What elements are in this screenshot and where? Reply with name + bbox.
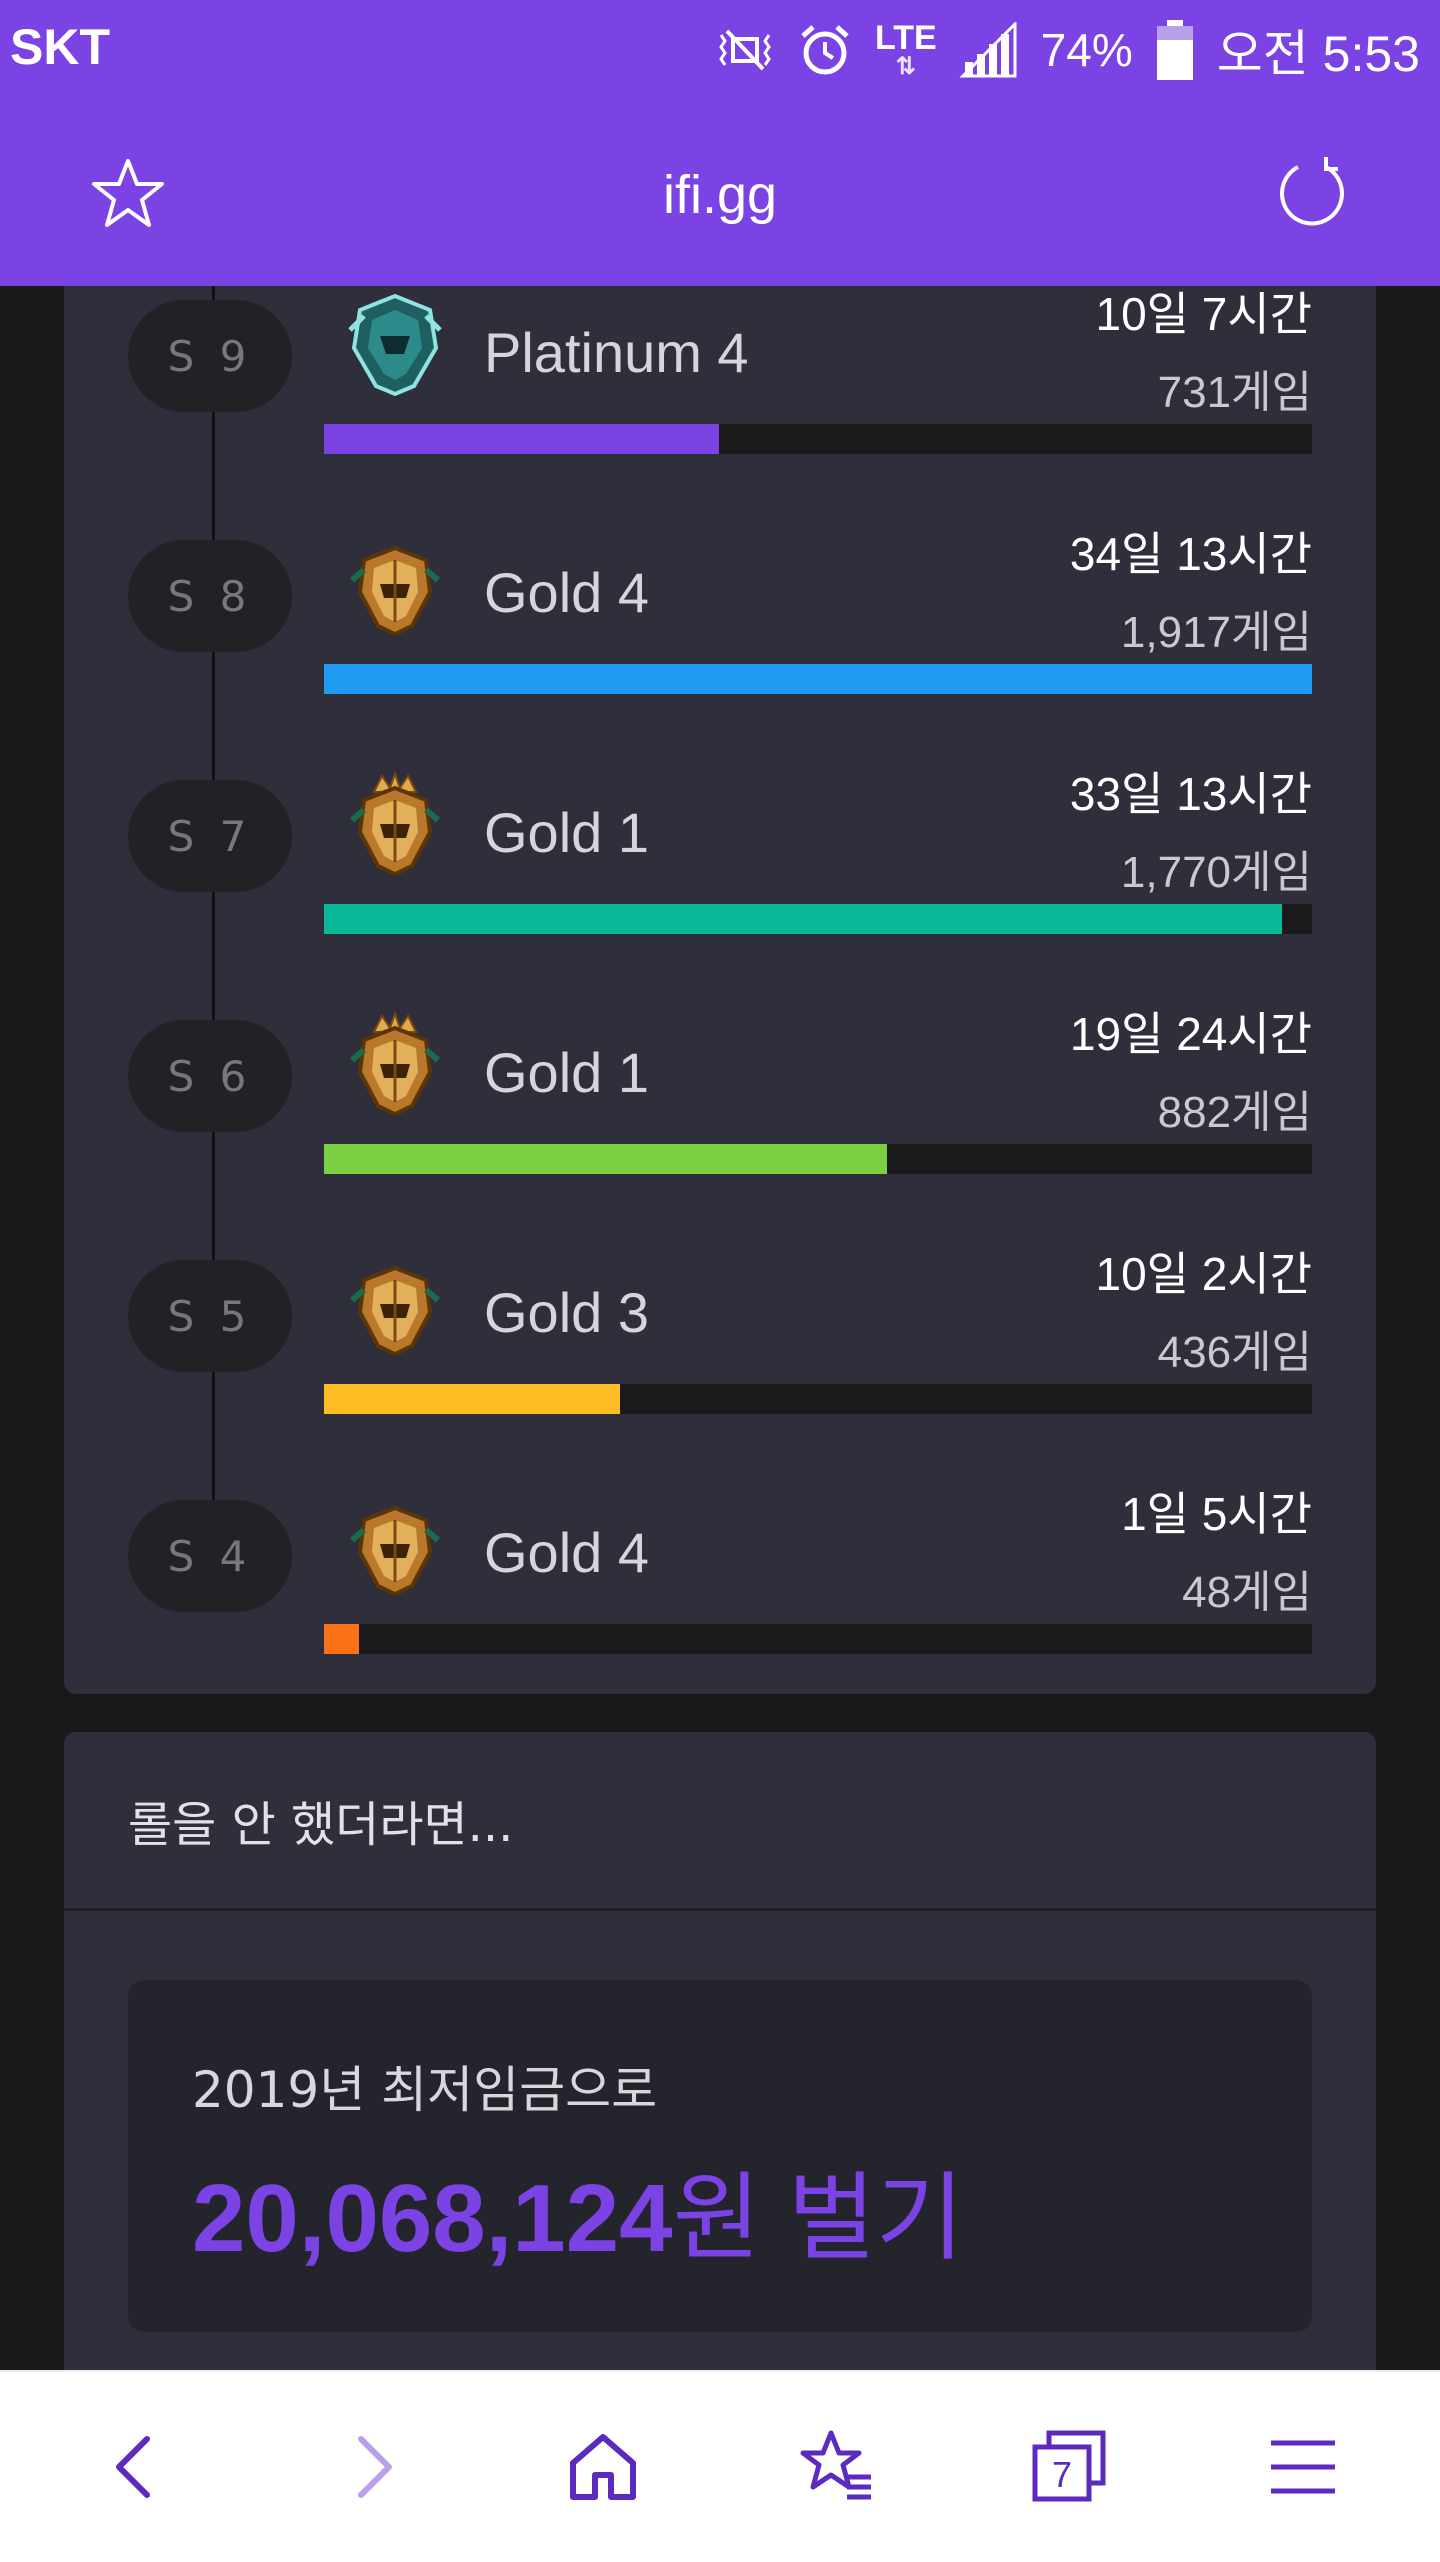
season-row: S 6 Gold 1 19일 24시간 882게임: [64, 966, 1376, 1206]
gold-emblem-icon: [350, 771, 440, 877]
games-bar-fill: [324, 904, 1283, 934]
tier-name: Gold 3: [484, 1281, 649, 1344]
forward-icon: [358, 2436, 392, 2498]
battery-icon: [1156, 20, 1193, 80]
tier-name: Gold 1: [484, 1041, 649, 1104]
tier-name: Gold 4: [484, 561, 649, 624]
games-bar-fill: [324, 664, 1312, 694]
playtime: 1일 5시간: [1121, 1488, 1312, 1540]
forward-button[interactable]: [316, 2412, 426, 2522]
mute-icon: [719, 29, 771, 71]
platinum-emblem-icon: [348, 293, 442, 397]
gold-emblem-icon: [350, 1011, 440, 1117]
games-bar-track: [324, 1384, 1312, 1414]
game-count: 882게임: [1157, 1088, 1312, 1137]
minimum-wage-box: 2019년 최저임금으로 20,068,124원 벌기: [128, 1980, 1312, 2332]
season-pill: S 4: [128, 1500, 292, 1612]
games-bar-fill: [324, 1144, 888, 1174]
games-bar-track: [324, 1144, 1312, 1174]
back-icon: [116, 2436, 150, 2498]
season-pill: S 6: [128, 1020, 292, 1132]
back-button[interactable]: [82, 2412, 192, 2522]
home-button[interactable]: [548, 2412, 658, 2522]
season-pill: S 9: [128, 300, 292, 412]
playtime: 19일 24시간: [1069, 1008, 1312, 1060]
menu-button[interactable]: [1248, 2412, 1358, 2522]
wage-amount-suffix: 원 벌기: [672, 2165, 965, 2272]
games-bar-track: [324, 904, 1312, 934]
season-row: S 4 Gold 4 1일 5시간 48게임: [64, 1446, 1376, 1686]
playtime: 34일 13시간: [1069, 528, 1312, 580]
tier-name: Platinum 4: [484, 321, 749, 384]
page-content[interactable]: S 9 Platinum 4 10일 7시간 731게임 S 8 Gold 4 34일 13…: [0, 286, 1440, 2370]
gold-emblem-icon: [350, 1265, 440, 1357]
season-pill: S 8: [128, 540, 292, 652]
playtime: 10일 2시간: [1095, 1248, 1313, 1300]
gold-emblem-icon: [350, 545, 440, 637]
season-row: S 5 Gold 3 10일 2시간 436게임: [64, 1206, 1376, 1446]
games-bar-fill: [324, 1384, 621, 1414]
game-count: 1,770게임: [1120, 848, 1312, 897]
wage-amount: 20,068,124원 벌기: [192, 2140, 964, 2279]
tabs-button[interactable]: 7: [1014, 2412, 1124, 2522]
tabs-icon: 7: [1032, 2430, 1106, 2502]
games-bar-track: [324, 664, 1312, 694]
season-history-card: S 9 Platinum 4 10일 7시간 731게임 S 8 Gold 4 34일 13…: [64, 286, 1376, 1694]
games-bar-fill: [324, 1624, 359, 1654]
wage-amount-number: 20,068,124: [192, 2165, 673, 2272]
network-indicator: LTE ⇅: [875, 19, 937, 80]
season-row: S 8 Gold 4 34일 13시간 1,917게임: [64, 486, 1376, 726]
network-type: LTE: [875, 19, 937, 57]
game-count: 731게임: [1157, 368, 1312, 417]
tier-name: Gold 1: [484, 801, 649, 864]
browser-toolbar: ifi.gg: [0, 100, 1440, 286]
clock: 오전 5:53: [1216, 26, 1420, 82]
season-row: S 9 Platinum 4 10일 7시간 731게임: [64, 286, 1376, 486]
menu-icon: [1271, 2440, 1335, 2494]
alarm-icon: [801, 25, 849, 75]
signal-icon: [959, 22, 1017, 78]
status-bar: SKT LTE ⇅ 74% 오전 5:53: [0, 0, 1440, 100]
reload-icon[interactable]: [1274, 155, 1350, 231]
tab-count: 7: [1052, 2454, 1072, 2495]
games-bar-track: [324, 1624, 1312, 1654]
playtime: 33일 13시간: [1069, 768, 1312, 820]
bookmarks-icon: [800, 2430, 871, 2500]
game-count: 48게임: [1182, 1568, 1312, 1617]
season-pill: S 7: [128, 780, 292, 892]
url-field[interactable]: ifi.gg: [0, 164, 1440, 226]
status-icons: LTE ⇅ 74% 오전 5:53: [715, 8, 1420, 92]
playtime: 10일 7시간: [1095, 288, 1313, 340]
income-header: 롤을 안 했더라면...: [64, 1732, 1376, 1911]
battery-percent: 74%: [1040, 24, 1133, 76]
tier-name: Gold 4: [484, 1521, 649, 1584]
carrier-label: SKT: [10, 19, 110, 75]
income-card: 롤을 안 했더라면... 2019년 최저임금으로 20,068,124원 벌기: [64, 1732, 1376, 2370]
games-bar-fill: [324, 424, 720, 454]
season-pill: S 5: [128, 1260, 292, 1372]
home-icon: [570, 2434, 636, 2500]
games-bar-track: [324, 424, 1312, 454]
game-count: 436게임: [1157, 1328, 1312, 1377]
bookmarks-button[interactable]: [782, 2412, 892, 2522]
gold-emblem-icon: [350, 1505, 440, 1597]
season-row: S 7 Gold 1 33일 13시간 1,770게임: [64, 726, 1376, 966]
game-count: 1,917게임: [1120, 608, 1312, 657]
wage-label: 2019년 최저임금으로: [192, 2061, 658, 2119]
browser-bottom-nav: 7: [0, 2370, 1440, 2562]
